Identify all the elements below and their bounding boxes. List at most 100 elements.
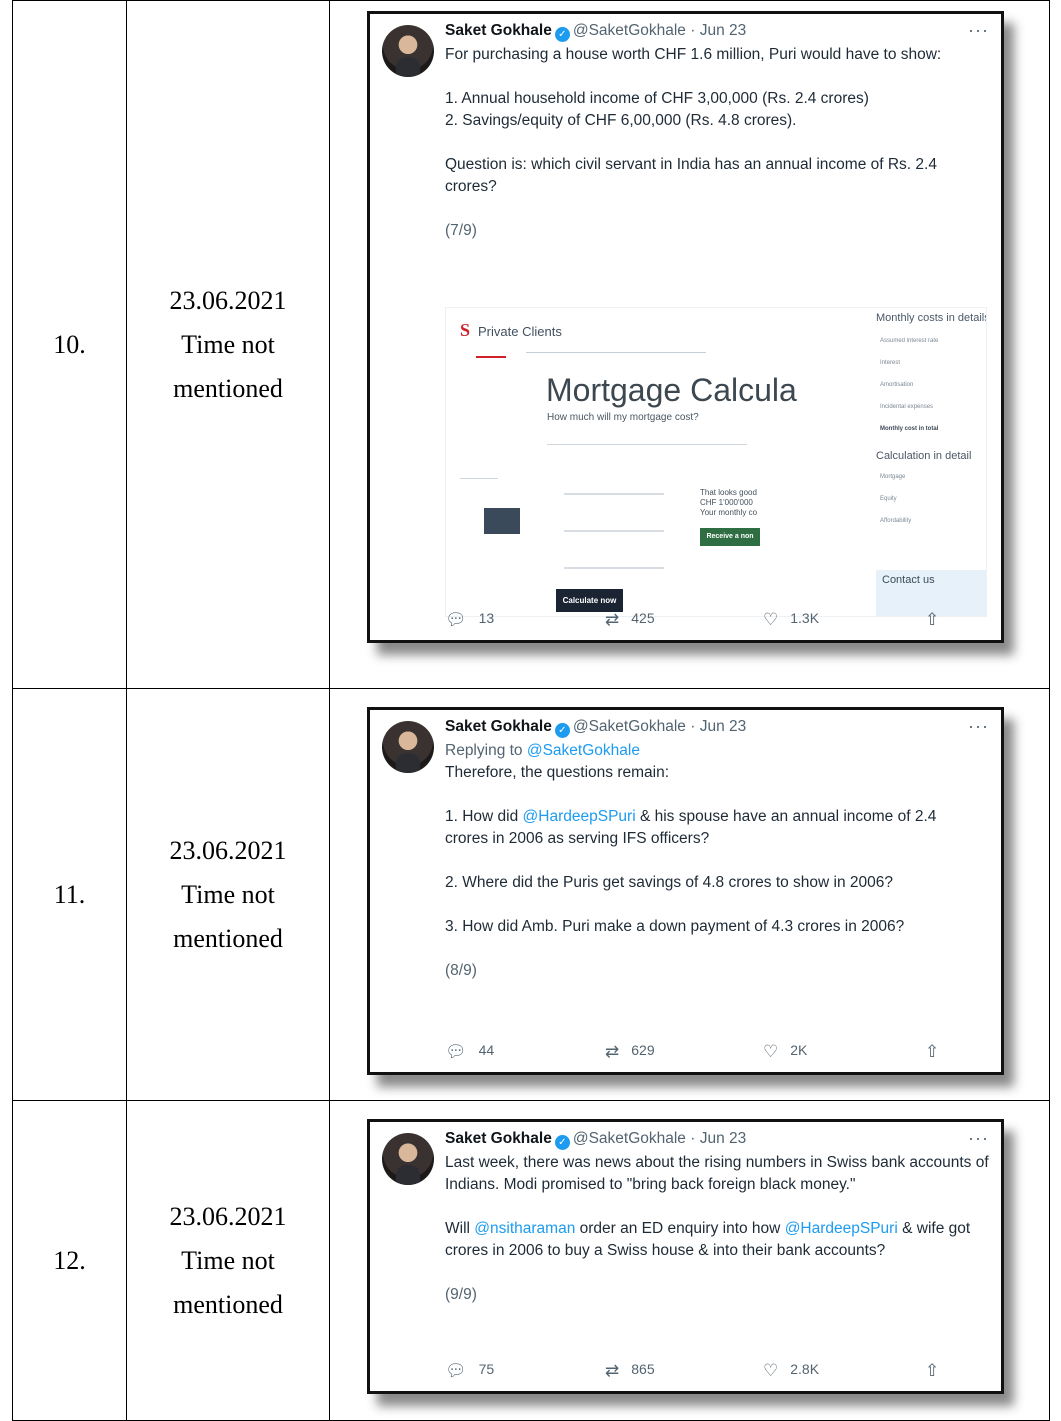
nav-underline — [476, 356, 506, 358]
retweet-button[interactable]: ⇄ 629 — [605, 1042, 655, 1062]
reply-button[interactable]: 💬︎ 75 — [445, 1361, 494, 1381]
mention-link[interactable]: @HardeepSPuri — [785, 1220, 898, 1237]
like-icon: ♡ — [763, 610, 779, 629]
date-cell: 23.06.2021 Time not mentioned — [126, 0, 330, 689]
replying-to: Replying to @SaketGokhale — [445, 740, 989, 762]
like-icon: ♡ — [763, 1042, 779, 1061]
tweet-line: 2. Savings/equity of CHF 6,00,000 (Rs. 4… — [445, 112, 797, 129]
brand-logo: S Private Clients — [460, 320, 562, 340]
replying-prefix: Replying to — [445, 742, 527, 759]
like-icon: ♡ — [763, 1361, 779, 1380]
share-icon: ⇧ — [925, 610, 940, 629]
thread-count: (7/9) — [445, 222, 477, 239]
row-number: 10. — [12, 0, 127, 689]
reply-count: 44 — [478, 1042, 495, 1058]
author-handle[interactable]: @SaketGokhale · Jun 23 — [573, 1130, 746, 1147]
offer-button[interactable]: Receive a non — [700, 528, 760, 546]
tweet-card: Saket Gokhale ✓ @SaketGokhale · Jun 23 ···… — [367, 707, 1004, 1075]
result-line: Your monthly co — [700, 508, 758, 517]
input-line[interactable] — [564, 567, 664, 569]
tweet-cell: Saket Gokhale ✓ @SaketGokhale · Jun 23 ···… — [329, 1100, 1050, 1421]
panel-label: Interest — [880, 360, 901, 366]
tweet-cell: Saket Gokhale ✓ @SaketGokhale · Jun 23 ···… — [329, 688, 1050, 1101]
more-icon[interactable]: ··· — [968, 1128, 989, 1149]
more-icon[interactable]: ··· — [968, 716, 989, 737]
tweet-header: Saket Gokhale ✓ @SaketGokhale · Jun 23 ··· — [445, 1128, 989, 1152]
tweet-header: Saket Gokhale ✓ @SaketGokhale · Jun 23 ··· — [445, 20, 989, 44]
author-name[interactable]: Saket Gokhale — [445, 22, 552, 39]
input-line[interactable] — [564, 493, 664, 495]
reply-button[interactable]: 💬︎ 44 — [445, 1042, 494, 1062]
avatar[interactable] — [382, 1133, 434, 1185]
result-line: CHF 1'000'000 — [700, 498, 753, 507]
share-icon: ⇧ — [925, 1042, 940, 1061]
author-handle[interactable]: @SaketGokhale · Jun 23 — [573, 22, 746, 39]
result-text: That looks good CHF 1'000'000 Your month… — [700, 488, 757, 518]
panel-label: Monthly cost in total — [880, 426, 939, 432]
time-text: Time not mentioned — [173, 879, 283, 953]
panel-heading: Calculation in detail — [876, 450, 972, 462]
date-cell: 23.06.2021 Time not mentioned — [126, 688, 330, 1101]
like-button[interactable]: ♡ 1.3K — [763, 610, 819, 630]
redacted-block — [484, 508, 520, 534]
panel-label: Equity — [880, 496, 897, 502]
share-icon: ⇧ — [925, 1361, 940, 1380]
date-text: 23.06.2021 — [169, 1201, 287, 1231]
retweet-icon: ⇄ — [605, 1042, 620, 1061]
input-line[interactable] — [564, 530, 664, 532]
tweet-card: Saket Gokhale ✓ @SaketGokhale · Jun 23 ···… — [367, 1119, 1004, 1394]
author-name[interactable]: Saket Gokhale — [445, 718, 552, 735]
contact-heading: Contact us — [882, 574, 935, 586]
reply-count: 13 — [478, 610, 495, 626]
retweet-icon: ⇄ — [605, 610, 620, 629]
label-line — [460, 478, 498, 479]
mention-link[interactable]: @nsitharaman — [474, 1220, 575, 1237]
panel-heading: Monthly costs in details — [876, 312, 987, 324]
thread-count: (8/9) — [445, 962, 477, 979]
like-count: 2.8K — [790, 1361, 820, 1377]
result-line: That looks good — [700, 488, 757, 497]
reply-icon: 💬︎ — [445, 1361, 467, 1380]
tweet-body: Saket Gokhale ✓ @SaketGokhale · Jun 23 ···… — [445, 20, 989, 242]
panel-label: Assumed interest rate — [880, 338, 939, 344]
panel-label: Mortgage — [880, 474, 906, 480]
retweet-count: 865 — [631, 1361, 655, 1377]
tweet-line: Last week, there was news about the risi… — [445, 1154, 989, 1193]
mention-link[interactable]: @SaketGokhale — [527, 742, 640, 759]
tweet-line: Therefore, the questions remain: — [445, 764, 670, 781]
like-button[interactable]: ♡ 2K — [763, 1042, 807, 1062]
share-button[interactable]: ⇧ — [925, 610, 951, 630]
share-button[interactable]: ⇧ — [925, 1042, 951, 1062]
avatar[interactable] — [382, 721, 434, 773]
panel-label: Amortisation — [880, 382, 914, 388]
embedded-screenshot[interactable]: S Private Clients Mortgage Calcula How mu… — [445, 307, 987, 617]
mention-link[interactable]: @HardeepSPuri — [523, 808, 636, 825]
tweet-header: Saket Gokhale ✓ @SaketGokhale · Jun 23 ··· — [445, 716, 989, 740]
table-row: 10. 23.06.2021 Time not mentioned Saket … — [12, 0, 1050, 689]
share-button[interactable]: ⇧ — [925, 1361, 951, 1381]
reply-icon: 💬︎ — [445, 610, 467, 629]
tweet-body: Saket Gokhale ✓ @SaketGokhale · Jun 23 ···… — [445, 716, 989, 982]
intro-line — [547, 444, 747, 445]
calculate-button[interactable]: Calculate now — [556, 589, 623, 612]
like-count: 1.3K — [790, 610, 820, 626]
author-name[interactable]: Saket Gokhale — [445, 1130, 552, 1147]
date-text: 23.06.2021 — [169, 835, 287, 865]
author-handle[interactable]: @SaketGokhale · Jun 23 — [573, 718, 746, 735]
panel-label: Affordability — [880, 518, 912, 524]
row-number: 11. — [12, 688, 127, 1101]
panel-label: Incidental expenses — [880, 404, 934, 410]
calculator-title: Mortgage Calcula — [546, 372, 797, 408]
retweet-count: 629 — [631, 1042, 655, 1058]
like-button[interactable]: ♡ 2.8K — [763, 1361, 819, 1381]
retweet-count: 425 — [631, 610, 655, 626]
more-icon[interactable]: ··· — [968, 20, 989, 41]
retweet-button[interactable]: ⇄ 425 — [605, 610, 655, 630]
retweet-button[interactable]: ⇄ 865 — [605, 1361, 655, 1381]
tweet-line: 1. Annual household income of CHF 3,00,0… — [445, 90, 869, 107]
time-text: Time not mentioned — [173, 329, 283, 403]
reply-button[interactable]: 💬︎ 13 — [445, 610, 494, 630]
avatar[interactable] — [382, 25, 434, 77]
tweet-actions: 💬︎ 75 ⇄ 865 ♡ 2.8K ⇧ — [445, 1361, 961, 1383]
row-number: 12. — [12, 1100, 127, 1421]
